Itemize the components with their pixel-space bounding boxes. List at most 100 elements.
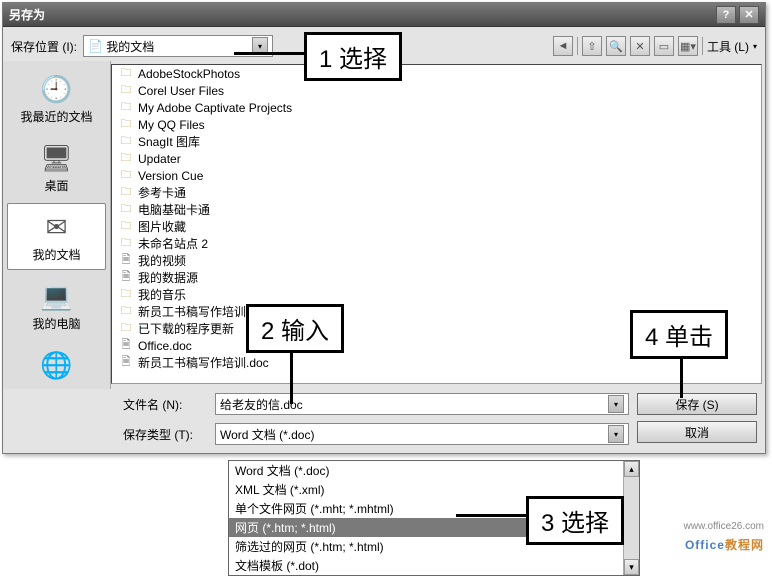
back-button[interactable]: ◄ [553, 36, 573, 56]
documents-icon: ✉ [40, 210, 74, 244]
chevron-down-icon[interactable]: ▾ [608, 425, 624, 443]
close-button[interactable]: ✕ [739, 6, 759, 24]
newfolder-button[interactable]: ▭ [654, 36, 674, 56]
sidebar-item-label: 我最近的文档 [20, 108, 92, 125]
computer-icon: 💻 [40, 279, 74, 313]
bottom-panel: 文件名 (N): 给老友的信.doc ▾ 保存类型 (T): Word 文档 (… [3, 389, 765, 457]
file-name: Office.doc [138, 339, 192, 353]
field-column: 文件名 (N): 给老友的信.doc ▾ 保存类型 (T): Word 文档 (… [123, 393, 629, 453]
callout-leader [456, 514, 526, 517]
watermark: Office教程网 [685, 533, 764, 554]
separator [577, 37, 578, 55]
file-item[interactable]: 🗀 Version Cue [112, 167, 298, 184]
folder-icon: 🗀 [118, 186, 134, 200]
file-name: My Adobe Captivate Projects [138, 101, 292, 115]
folder-icon: 🗀 [118, 101, 134, 115]
views-button[interactable]: ▦▾ [678, 36, 698, 56]
sidebar-item-label: 我的电脑 [32, 315, 80, 332]
location-value: 我的文档 [106, 38, 154, 55]
file-name: 我的数据源 [138, 269, 198, 286]
dialog-title: 另存为 [9, 6, 713, 23]
file-item[interactable]: 🗀我的音乐 [112, 286, 298, 303]
file-name: Corel User Files [138, 84, 224, 98]
file-icon: 🗎 [118, 254, 134, 268]
file-name: 新员工书稿写作培训.doc [138, 354, 269, 371]
dropdown-scrollbar[interactable]: ▴ ▾ [623, 461, 639, 575]
scroll-up-icon[interactable]: ▴ [624, 461, 639, 477]
file-item[interactable]: 🗀Updater [112, 150, 298, 167]
file-name: 参考卡通 [138, 184, 186, 201]
callout-2: 2 输入 [246, 304, 344, 353]
filename-row: 文件名 (N): 给老友的信.doc ▾ [123, 393, 629, 415]
filename-input[interactable]: 给老友的信.doc ▾ [215, 393, 629, 415]
file-name: 未命名站点 2 [138, 235, 208, 252]
file-name: My QQ Files [138, 118, 205, 132]
folder-icon: 🗀 [118, 220, 134, 234]
save-location-label: 保存位置 (I): [11, 38, 77, 55]
sidebar-item-label: 桌面 [44, 177, 68, 194]
file-item[interactable]: 🗀 未命名站点 2 [112, 235, 298, 252]
file-icon: 🗎 [118, 271, 134, 285]
folder-icon: 🗀 [118, 67, 134, 81]
file-name: Updater [138, 152, 181, 166]
folder-icon: 🗀 [118, 84, 134, 98]
callout-3: 3 选择 [526, 496, 624, 545]
folder-icon: 🗀 [118, 169, 134, 183]
file-name: 已下载的程序更新 [138, 320, 234, 337]
delete-button[interactable]: ✕ [630, 36, 650, 56]
help-button[interactable]: ? [716, 6, 736, 24]
toolbar: ◄ ⇧ 🔍 ✕ ▭ ▦▾ 工具 (L) ▾ [553, 36, 757, 56]
sidebar-item-recent[interactable]: 🕘 我最近的文档 [7, 65, 106, 132]
filetype-value: Word 文档 (*.doc) [220, 426, 314, 443]
desktop-icon: 🖥 [40, 141, 74, 175]
sidebar-item-documents[interactable]: ✉ 我的文档 [7, 203, 106, 270]
folder-icon: 🗀 [118, 203, 134, 217]
search-button[interactable]: 🔍 [606, 36, 626, 56]
filename-label: 文件名 (N): [123, 396, 207, 413]
file-name: SnagIt 图库 [138, 133, 200, 150]
sidebar-item-network[interactable]: 🌐 [7, 341, 106, 391]
filetype-label: 保存类型 (T): [123, 426, 207, 443]
file-name: 我的视频 [138, 252, 186, 269]
file-item[interactable]: 🗀SnagIt 图库 [112, 133, 298, 150]
chevron-down-icon[interactable]: ▾ [608, 395, 624, 413]
file-item[interactable]: 🗀 My Adobe Captivate Projects [112, 99, 298, 116]
folder-icon: 🗀 [118, 118, 134, 132]
file-name: Version Cue [138, 169, 203, 183]
sidebar-item-desktop[interactable]: 🖥 桌面 [7, 134, 106, 201]
filetype-combo[interactable]: Word 文档 (*.doc) ▾ [215, 423, 629, 445]
folder-icon: 🗀 [118, 322, 134, 336]
folder-icon: 📄 [88, 39, 103, 53]
file-item[interactable]: 🗎 我的视频 [112, 252, 298, 269]
file-item[interactable]: 🗀 My QQ Files [112, 116, 298, 133]
file-item[interactable]: 🗀 Corel User Files [112, 82, 298, 99]
file-item[interactable]: 🗎 我的数据源 [112, 269, 298, 286]
filetype-row: 保存类型 (T): Word 文档 (*.doc) ▾ [123, 423, 629, 445]
file-icon: 🗎 [118, 339, 134, 353]
up-button[interactable]: ⇧ [582, 36, 602, 56]
file-name: 电脑基础卡通 [138, 201, 210, 218]
save-button[interactable]: 保存 (S) [637, 393, 757, 415]
watermark-url: www.office26.com [684, 521, 764, 532]
folder-icon: 🗀 [118, 237, 134, 251]
file-item[interactable]: 🗀 参考卡通 [112, 184, 298, 201]
folder-icon: 🗀 [118, 288, 134, 302]
file-icon: 🗎 [118, 356, 134, 370]
sidebar-item-label: 我的文档 [32, 246, 80, 263]
chevron-down-icon[interactable]: ▾ [753, 42, 757, 51]
dropdown-option[interactable]: Word 文档 (*.doc) [229, 461, 639, 480]
tools-menu[interactable]: 工具 (L) [707, 38, 749, 55]
scroll-down-icon[interactable]: ▾ [624, 559, 639, 575]
file-item[interactable]: 🗀AdobeStockPhotos [112, 65, 298, 82]
file-name: 图片收藏 [138, 218, 186, 235]
network-icon: 🌐 [40, 348, 74, 382]
callout-leader [234, 52, 304, 55]
file-item[interactable]: 🗀 图片收藏 [112, 218, 298, 235]
folder-icon: 🗀 [118, 305, 134, 319]
cancel-button[interactable]: 取消 [637, 421, 757, 443]
title-bar[interactable]: 另存为 ? ✕ [3, 3, 765, 27]
dropdown-option[interactable]: 文档模板 (*.dot) [229, 556, 639, 575]
file-item[interactable]: 🗀 电脑基础卡通 [112, 201, 298, 218]
sidebar-item-computer[interactable]: 💻 我的电脑 [7, 272, 106, 339]
file-item[interactable]: 🗎 新员工书稿写作培训.doc [112, 354, 298, 371]
